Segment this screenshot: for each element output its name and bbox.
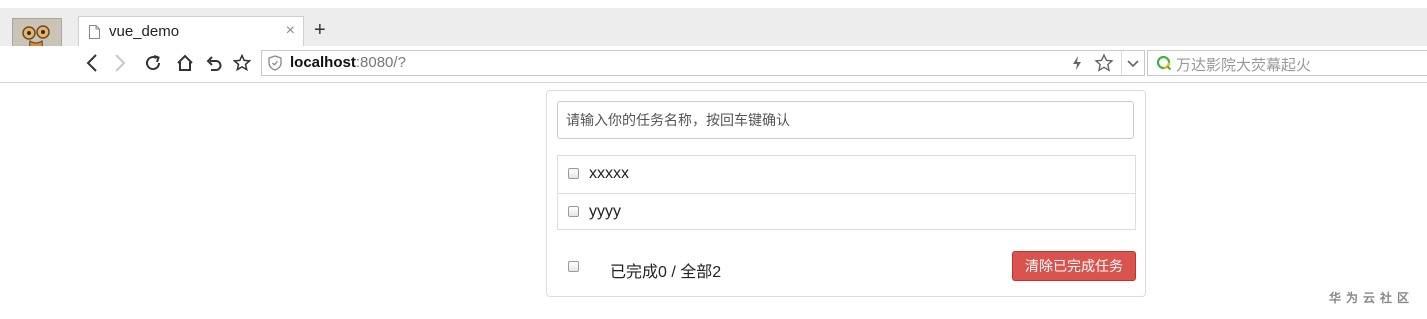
undo-close-button[interactable] bbox=[202, 52, 226, 74]
clear-completed-button[interactable]: 清除已完成任务 bbox=[1012, 251, 1136, 281]
address-bar[interactable]: localhost:8080/? bbox=[261, 50, 1145, 76]
back-button[interactable] bbox=[80, 52, 104, 74]
arrow-right-icon bbox=[115, 54, 126, 72]
todo-panel: xxxxx yyyy 已完成0 / 全部2 清除已完成任务 bbox=[546, 90, 1146, 297]
forward-button[interactable] bbox=[108, 52, 132, 74]
tab-title: vue_demo bbox=[109, 23, 180, 40]
search-bar[interactable]: 万达影院大荧幕起火 bbox=[1147, 50, 1427, 76]
bookmark-button[interactable] bbox=[230, 52, 254, 74]
task-text: xxxxx bbox=[589, 165, 629, 182]
url-text: localhost:8080/? bbox=[290, 54, 406, 71]
task-list: xxxxx yyyy bbox=[557, 155, 1136, 230]
url-path: :8080/? bbox=[355, 54, 406, 71]
undo-icon bbox=[206, 56, 222, 71]
search-engine-icon bbox=[1156, 55, 1172, 76]
select-all-checkbox[interactable] bbox=[568, 261, 579, 272]
task-checkbox[interactable] bbox=[568, 168, 579, 179]
home-icon bbox=[177, 54, 193, 71]
watermark: 华为云社区 bbox=[1329, 291, 1415, 305]
url-host: localhost bbox=[290, 54, 356, 71]
lightning-icon[interactable] bbox=[1072, 55, 1082, 76]
reload-icon bbox=[146, 55, 161, 71]
browser-tab[interactable]: vue_demo × bbox=[78, 16, 304, 46]
arrow-left-icon bbox=[86, 54, 97, 72]
reload-button[interactable] bbox=[141, 52, 165, 74]
task-name-input[interactable] bbox=[557, 101, 1134, 139]
document-icon bbox=[89, 25, 100, 44]
list-item[interactable]: xxxxx bbox=[558, 156, 1135, 193]
search-placeholder: 万达影院大荧幕起火 bbox=[1176, 57, 1312, 74]
list-item[interactable]: yyyy bbox=[558, 193, 1135, 230]
home-button[interactable] bbox=[173, 52, 197, 74]
chevron-down-icon[interactable] bbox=[1126, 57, 1140, 75]
shield-icon bbox=[268, 55, 282, 76]
favorite-star-icon[interactable] bbox=[1094, 53, 1114, 78]
task-checkbox[interactable] bbox=[568, 206, 579, 217]
tab-close-icon[interactable]: × bbox=[286, 22, 295, 40]
new-tab-button[interactable]: + bbox=[314, 18, 326, 42]
completion-summary: 已完成0 / 全部2 bbox=[610, 264, 722, 281]
address-divider bbox=[1121, 51, 1122, 75]
star-icon bbox=[233, 54, 251, 72]
task-text: yyyy bbox=[589, 203, 621, 220]
